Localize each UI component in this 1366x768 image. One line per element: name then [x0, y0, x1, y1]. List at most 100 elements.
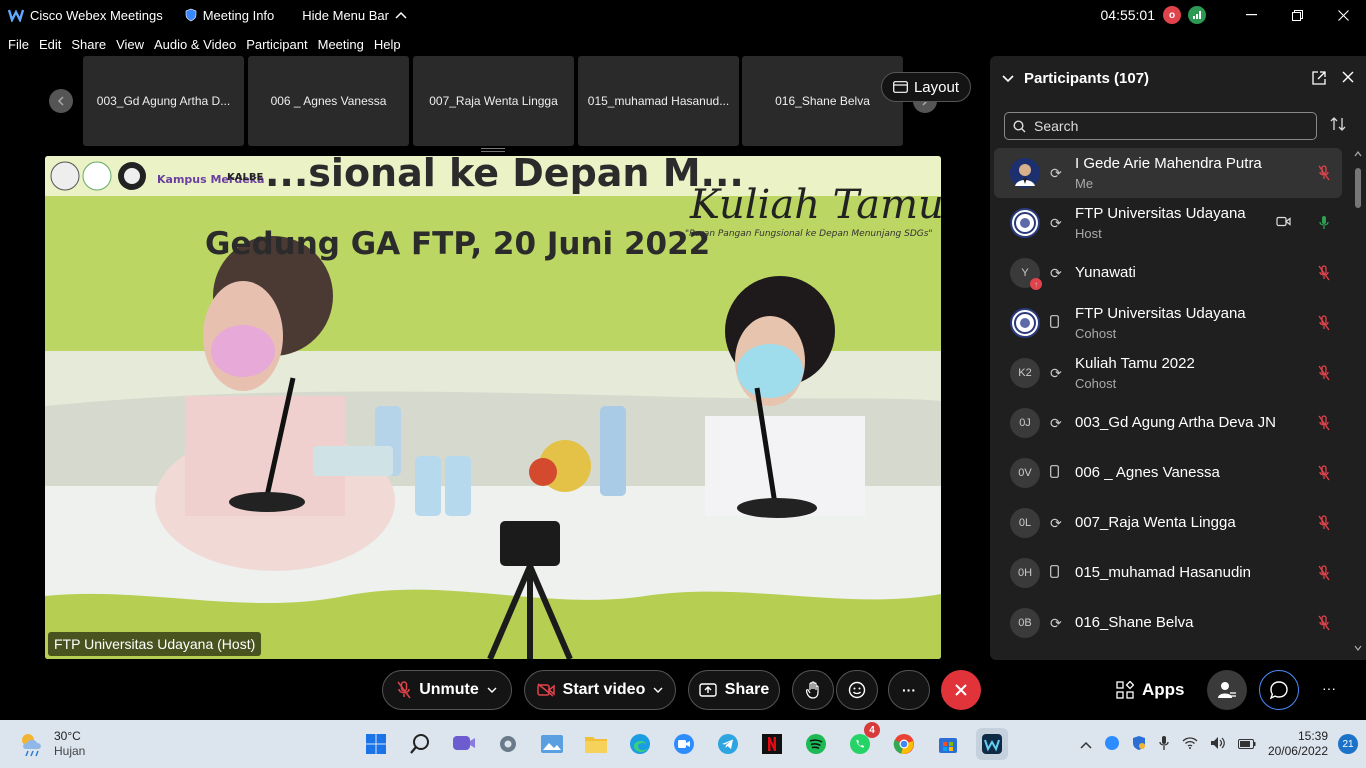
unmute-button[interactable]: Unmute	[382, 670, 512, 710]
avatar	[1010, 208, 1040, 238]
thumbnail-tile[interactable]: 015_muhamad Hasanud...	[578, 56, 739, 146]
participant-row[interactable]: Y ↑ ⟳ Yunawati	[994, 248, 1342, 298]
participant-row[interactable]: ⟳ FTP Universitas Udayana Host	[994, 198, 1342, 248]
thumbnail-tile[interactable]: 016_Shane Belva	[742, 56, 903, 146]
meeting-info-button[interactable]: Meeting Info	[185, 8, 274, 23]
teams-chat-button[interactable]	[448, 728, 480, 760]
mic-muted-icon[interactable]	[1318, 415, 1330, 434]
participant-list: ⟳ I Gede Arie Mahendra Putra Me ⟳ FTP Un…	[994, 148, 1342, 648]
thumbnail-tile[interactable]: 006 _ Agnes Vanessa	[248, 56, 409, 146]
participant-role: Cohost	[1075, 326, 1117, 341]
participant-search-input[interactable]: Search	[1004, 112, 1317, 140]
banner-logos	[50, 161, 146, 191]
participants-toggle-button[interactable]	[1207, 670, 1247, 710]
edge-browser-button[interactable]	[624, 728, 656, 760]
participant-row[interactable]: FTP Universitas Udayana Cohost	[994, 298, 1342, 348]
menu-file[interactable]: File	[8, 37, 29, 52]
mic-muted-icon[interactable]	[1318, 265, 1330, 284]
mic-muted-icon[interactable]	[1318, 515, 1330, 534]
overflow-menu-button[interactable]: ···	[1322, 680, 1336, 696]
menu-meeting[interactable]: Meeting	[318, 37, 364, 52]
telegram-button[interactable]	[712, 728, 744, 760]
participant-row[interactable]: 0J ⟳ 003_Gd Agung Artha Deva JN	[994, 398, 1342, 448]
microsoft-store-button[interactable]	[932, 728, 964, 760]
main-video[interactable]: Kampus Merdeka KALBE ...sional ke Depan …	[45, 156, 941, 659]
sort-arrows-icon	[1330, 117, 1346, 131]
mic-muted-icon[interactable]	[1318, 165, 1330, 184]
network-stats-icon[interactable]	[1188, 6, 1206, 24]
recording-indicator[interactable]: o	[1163, 6, 1181, 24]
battery-icon[interactable]	[1237, 737, 1256, 752]
menu-participant[interactable]: Participant	[246, 37, 307, 52]
mic-muted-icon[interactable]	[1318, 615, 1330, 634]
settings-button[interactable]	[492, 728, 524, 760]
search-taskbar-button[interactable]	[404, 728, 436, 760]
participants-header[interactable]: Participants (107)	[1002, 70, 1149, 87]
volume-icon[interactable]	[1210, 736, 1226, 753]
start-video-button[interactable]: Start video	[524, 670, 676, 710]
participant-row[interactable]: ⟳ I Gede Arie Mahendra Putra Me	[994, 148, 1342, 198]
thumbnail-tile[interactable]: 007_Raja Wenta Lingga	[413, 56, 574, 146]
pop-out-icon[interactable]	[1312, 71, 1326, 85]
defender-shield-icon[interactable]	[1132, 735, 1146, 754]
menu-help[interactable]: Help	[374, 37, 401, 52]
scrollbar-thumb[interactable]	[1355, 168, 1361, 208]
menu-edit[interactable]: Edit	[39, 37, 61, 52]
chrome-icon	[893, 734, 914, 754]
photos-app-button[interactable]	[536, 728, 568, 760]
strip-prev-button[interactable]	[49, 89, 73, 113]
chat-button[interactable]	[1259, 670, 1299, 710]
chrome-button[interactable]	[888, 728, 920, 760]
mic-muted-icon[interactable]	[1318, 565, 1330, 584]
mic-muted-icon[interactable]	[1318, 465, 1330, 484]
participant-list-scrollbar[interactable]	[1354, 151, 1362, 651]
whatsapp-button[interactable]: 4	[844, 722, 880, 760]
participant-row[interactable]: 0H 015_muhamad Hasanudin	[994, 548, 1342, 598]
mic-active-icon[interactable]	[1318, 215, 1330, 234]
menu-view[interactable]: View	[116, 37, 144, 52]
chevron-down-icon[interactable]	[653, 687, 663, 693]
notification-center-badge[interactable]: 21	[1338, 734, 1358, 754]
netflix-button[interactable]	[756, 728, 788, 760]
webex-taskbar-button[interactable]	[976, 728, 1008, 760]
restore-button[interactable]	[1274, 0, 1320, 30]
participant-row[interactable]: 0B ⟳ 016_Shane Belva	[994, 598, 1342, 648]
close-window-button[interactable]	[1320, 0, 1366, 30]
more-options-button[interactable]: ···	[888, 670, 930, 710]
minimize-button[interactable]	[1228, 0, 1274, 30]
participant-row[interactable]: 0V 006 _ Agnes Vanessa	[994, 448, 1342, 498]
participant-row[interactable]: K2 ⟳ Kuliah Tamu 2022 Cohost	[994, 348, 1342, 398]
mic-muted-icon[interactable]	[1318, 365, 1330, 384]
participant-row[interactable]: 0L ⟳ 007_Raja Wenta Lingga	[994, 498, 1342, 548]
thumbnail-tile[interactable]: 003_Gd Agung Artha D...	[83, 56, 244, 146]
wifi-icon[interactable]	[1182, 736, 1198, 752]
sort-icon[interactable]	[1330, 116, 1346, 137]
strip-resize-handle[interactable]	[481, 148, 505, 152]
file-explorer-button[interactable]	[580, 728, 612, 760]
taskbar-clock[interactable]: 15:39 20/06/2022	[1268, 729, 1328, 759]
headset-icon: ⟳	[1050, 614, 1062, 631]
close-panel-icon[interactable]	[1342, 71, 1354, 83]
mic-muted-icon[interactable]	[1318, 315, 1330, 334]
start-button[interactable]	[360, 728, 392, 760]
kalbe-logo-text: KALBE	[227, 172, 263, 183]
menu-audio-video[interactable]: Audio & Video	[154, 37, 236, 52]
avatar: 0L	[1010, 508, 1040, 538]
microphone-icon[interactable]	[1158, 735, 1170, 754]
reactions-button[interactable]	[836, 670, 878, 710]
hide-menu-bar-button[interactable]: Hide Menu Bar	[302, 8, 407, 23]
layout-button[interactable]: Layout	[881, 72, 971, 102]
zoom-button[interactable]	[668, 728, 700, 760]
menu-share[interactable]: Share	[71, 37, 106, 52]
cloud-sync-icon[interactable]	[1104, 735, 1120, 754]
scroll-down-icon[interactable]	[1354, 644, 1362, 652]
spotify-button[interactable]	[800, 728, 832, 760]
weather-widget[interactable]: 30°C Hujan	[18, 729, 85, 759]
chevron-up-icon[interactable]	[1080, 737, 1092, 752]
raise-hand-button[interactable]	[792, 670, 834, 710]
share-button[interactable]: Share	[688, 670, 780, 710]
scroll-up-icon[interactable]	[1354, 150, 1362, 158]
apps-button[interactable]: Apps	[1116, 680, 1185, 700]
leave-meeting-button[interactable]	[941, 670, 981, 710]
chevron-down-icon[interactable]	[487, 687, 497, 693]
